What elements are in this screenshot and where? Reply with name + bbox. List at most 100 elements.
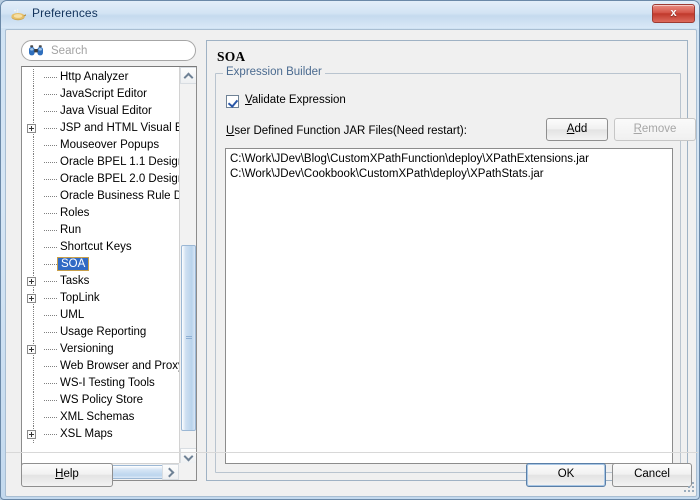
resize-grip-icon[interactable] [683,481,696,494]
tree-item-shortcut-keys[interactable]: Shortcut Keys [22,239,180,256]
tree-elbow-line [44,111,57,112]
tree-elbow-line [44,298,57,299]
tree-guide-line [33,205,34,222]
jar-file-row[interactable]: C:\Work\JDev\Blog\CustomXPathFunction\de… [230,152,668,167]
close-icon[interactable]: x [652,4,695,23]
tree-elbow-line [44,281,57,282]
tree-elbow-line [44,230,57,231]
tree-vertical-scrollbar[interactable] [179,67,196,465]
chevron-up-icon [183,72,194,83]
scroll-up-button[interactable] [180,67,196,84]
tree-item-oracle-business-rule-designer[interactable]: Oracle Business Rule Designer [22,188,180,205]
expand-plus-icon[interactable] [27,345,36,354]
tree-item-versioning[interactable]: Versioning [22,341,180,358]
remove-button-rest: emove [641,123,677,135]
tree-guide-line [33,103,34,120]
expand-plus-icon[interactable] [27,124,36,133]
scrollbar-grip [186,336,192,340]
tree-item-oracle-bpel-1-1-designer[interactable]: Oracle BPEL 1.1 Designer [22,154,180,171]
tree-item-javascript-editor[interactable]: JavaScript Editor [22,86,180,103]
tree-item-roles[interactable]: Roles [22,205,180,222]
tree-item-label: UML [60,309,85,321]
preferences-icon [10,6,27,23]
tree-item-soa[interactable]: SOA [22,256,180,273]
validate-expression-checkbox[interactable] [226,95,239,108]
tree-guide-line [33,358,34,375]
tree-elbow-line [44,128,57,129]
tree-guide-line [33,188,34,205]
tree-item-label: Web Browser and Proxy [60,360,180,372]
tree-guide-line [33,324,34,341]
tree-elbow-line [44,366,57,367]
tree-item-usage-reporting[interactable]: Usage Reporting [22,324,180,341]
tree-item-label: Shortcut Keys [60,241,132,253]
tree-guide-line [33,137,34,154]
tree-item-xsl-maps[interactable]: XSL Maps [22,426,180,443]
tree-item-web-browser-and-proxy[interactable]: Web Browser and Proxy [22,358,180,375]
tree-guide-line [33,171,34,188]
add-button[interactable]: Add [546,118,608,141]
tree-elbow-line [44,162,57,163]
jar-files-list[interactable]: C:\Work\JDev\Blog\CustomXPathFunction\de… [225,148,673,464]
remove-button: Remove [614,118,696,141]
tree-item-mouseover-popups[interactable]: Mouseover Popups [22,137,180,154]
tree-item-xml-schemas[interactable]: XML Schemas [22,409,180,426]
tree-item-label: Mouseover Popups [60,139,160,151]
binoculars-icon [28,44,44,57]
tree-item-label: WS Policy Store [60,394,144,406]
tree-guide-line [33,409,34,426]
tree-item-label: SOA [56,257,90,271]
validate-expression-text: alidate Expression [251,94,346,106]
tree-item-ws-policy-store[interactable]: WS Policy Store [22,392,180,409]
expand-plus-icon[interactable] [27,277,36,286]
tree-item-java-visual-editor[interactable]: Java Visual Editor [22,103,180,120]
tree-guide-line [33,256,34,273]
jar-files-label: User Defined Function JAR Files(Need res… [226,125,467,137]
tree-scroll-view: Http Analyzer JavaScript Editor Java Visua… [22,67,180,465]
tree-guide-line [33,154,34,171]
tree-item-toplink[interactable]: TopLink [22,290,180,307]
tree-item-label: Oracle Business Rule Designer [60,190,180,202]
dialog-button-bar: Help OK Cancel [6,452,698,496]
tree-item-label: Tasks [60,275,90,287]
tree-elbow-line [44,400,57,401]
page-title: SOA [217,49,246,64]
tree-item-uml[interactable]: UML [22,307,180,324]
tree-item-label: XML Schemas [60,411,135,423]
tree-item-run[interactable]: Run [22,222,180,239]
tree-item-label: WS-I Testing Tools [60,377,155,389]
jar-file-row[interactable]: C:\Work\JDev\Cookbook\CustomXPath\deploy… [230,167,668,182]
tree-item-label: Versioning [60,343,114,355]
expression-builder-group: Expression Builder Validate Expression U… [215,66,696,473]
tree-elbow-line [44,434,57,435]
ok-button[interactable]: OK [526,463,606,487]
tree-item-oracle-bpel-2-0-designer[interactable]: Oracle BPEL 2.0 Designer [22,171,180,188]
search-box[interactable] [21,40,196,61]
tree-item-http-analyzer[interactable]: Http Analyzer [22,69,180,86]
group-legend: Expression Builder [223,66,325,78]
expand-plus-icon[interactable] [27,294,36,303]
tree-item-list: Http Analyzer JavaScript Editor Java Visua… [22,69,180,443]
tree-elbow-line [44,417,57,418]
validate-expression-label: Validate Expression [245,94,346,106]
tree-item-tasks[interactable]: Tasks [22,273,180,290]
tree-elbow-line [44,213,57,214]
tree-item-label: JSP and HTML Visual Editor [60,122,180,134]
tree-item-label: Oracle BPEL 2.0 Designer [60,173,180,185]
cancel-button[interactable]: Cancel [612,463,692,487]
expand-plus-icon[interactable] [27,430,36,439]
tree-item-label: Run [60,224,82,236]
jar-files-text: ser Defined Function JAR Files(Need rest… [234,125,467,137]
search-input[interactable] [49,41,191,60]
window-title: Preferences [32,6,98,20]
tree-item-label: TopLink [60,292,100,304]
tree-elbow-line [44,332,57,333]
vertical-scrollbar-thumb[interactable] [181,245,196,431]
tree-item-ws-i-testing-tools[interactable]: WS-I Testing Tools [22,375,180,392]
tree-item-label: Http Analyzer [60,71,129,83]
preferences-dialog: Preferences x Http AnalyzerJ [0,0,700,500]
tree-item-jsp-and-html-visual-editor[interactable]: JSP and HTML Visual Editor [22,120,180,137]
preferences-tree[interactable]: Http Analyzer JavaScript Editor Java Visua… [21,66,197,481]
help-button[interactable]: Help [21,463,113,487]
tree-guide-line [33,392,34,409]
